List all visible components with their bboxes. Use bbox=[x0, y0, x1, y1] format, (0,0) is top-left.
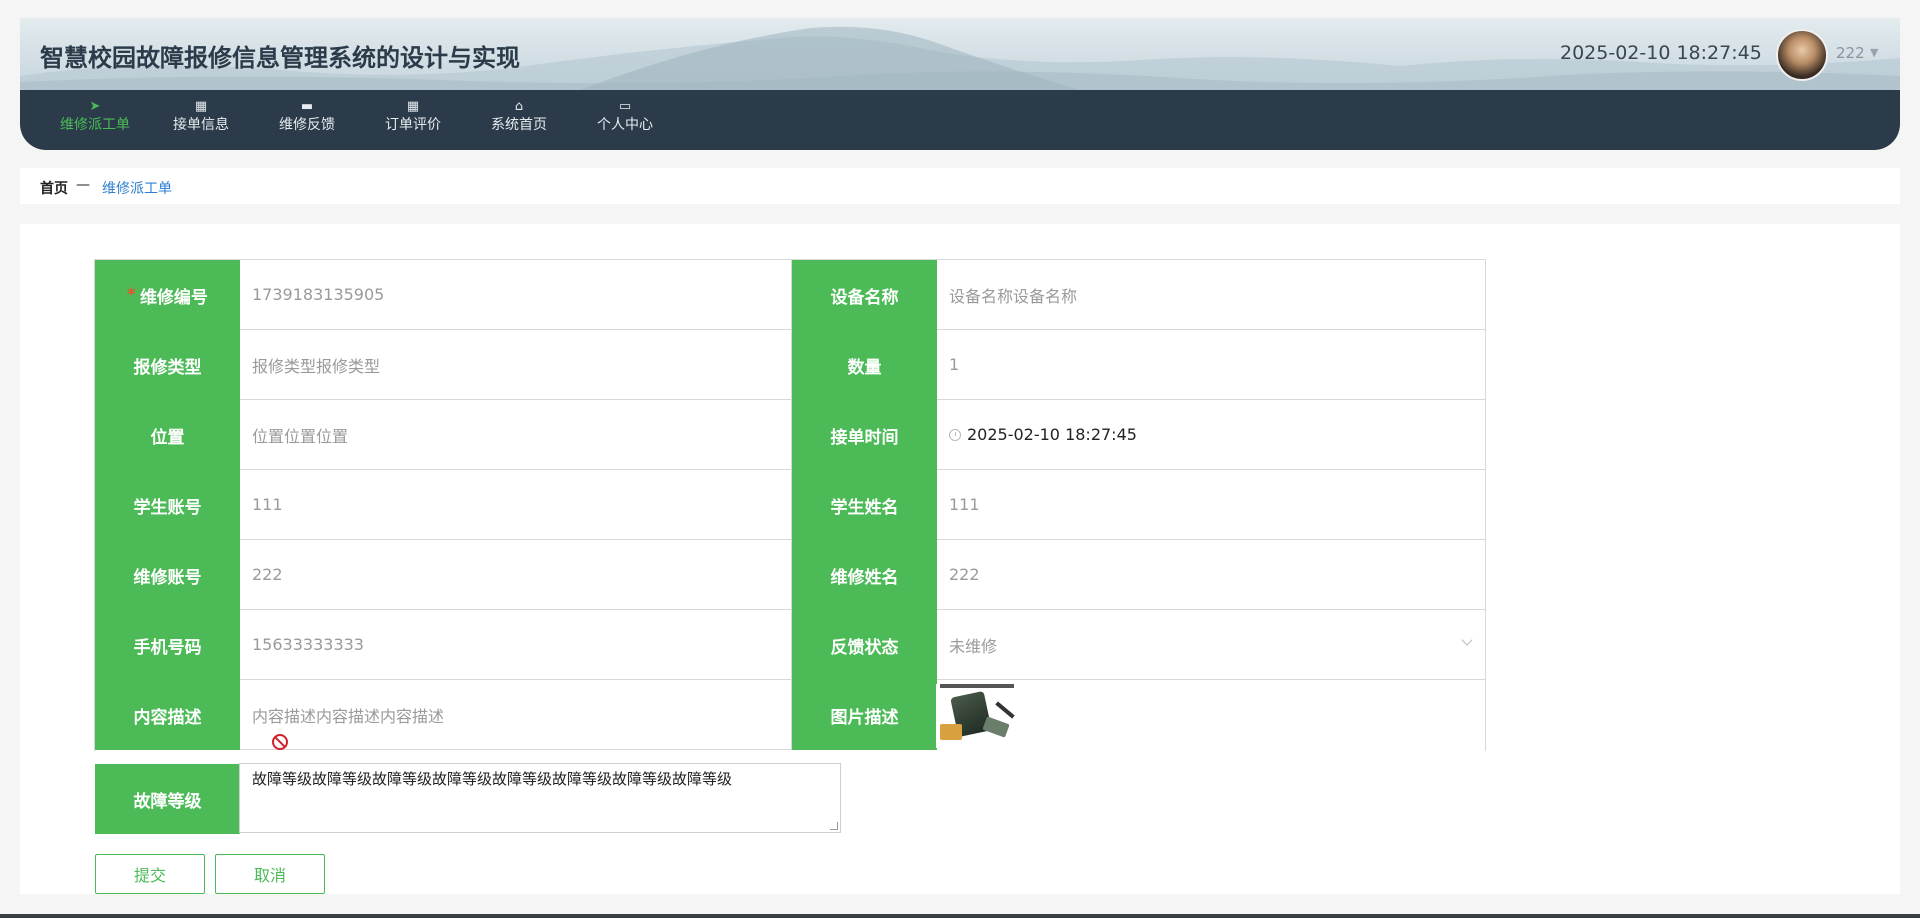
label-quantity: 数量 bbox=[792, 330, 937, 400]
label-text: 学生姓名 bbox=[830, 497, 899, 518]
phone-field[interactable]: 15633333333 bbox=[240, 610, 792, 680]
accept-time-value: 2025-02-10 18:27:45 bbox=[967, 425, 1137, 444]
content-desc-placeholder: 内容描述内容描述内容描述 bbox=[252, 706, 445, 726]
label-accept-time: 接单时间 bbox=[792, 400, 937, 470]
label-fault-level: 故障等级 bbox=[95, 764, 240, 834]
fault-level-textarea-wrap: 故障等级故障等级故障等级故障等级故障等级故障等级故障等级故障等级 bbox=[239, 763, 841, 833]
home-icon: ⌂ bbox=[514, 99, 524, 114]
printer-icon: ▬ bbox=[300, 99, 314, 114]
label-text: 反馈状态 bbox=[830, 637, 899, 658]
cancel-button[interactable]: 取消 bbox=[215, 854, 325, 894]
feedback-status-value: 未维修 bbox=[949, 636, 998, 656]
chevron-down-icon[interactable]: ▼ bbox=[1870, 46, 1878, 59]
student-account-value: 111 bbox=[252, 495, 283, 514]
nav-item-label: 系统首页 bbox=[491, 117, 547, 133]
repair-type-input[interactable]: 报修类型报修类型 bbox=[240, 330, 792, 400]
label-repair-type: 报修类型 bbox=[95, 330, 240, 400]
grid-icon: ▦ bbox=[406, 99, 420, 114]
nav-item-label: 维修派工单 bbox=[60, 117, 130, 133]
clock-icon bbox=[949, 428, 961, 441]
label-text: 手机号码 bbox=[133, 637, 202, 658]
site-title: 智慧校园故障报修信息管理系统的设计与实现 bbox=[40, 44, 520, 72]
label-text: 数量 bbox=[847, 357, 882, 378]
nav-item-rating[interactable]: ▦ 订单评价 bbox=[360, 90, 466, 150]
not-allowed-icon bbox=[272, 734, 288, 750]
resize-handle[interactable] bbox=[830, 822, 838, 830]
nav-item-orders[interactable]: ▦ 接单信息 bbox=[148, 90, 254, 150]
repair-name-value: 222 bbox=[949, 565, 980, 584]
nav-item-feedback[interactable]: ▬ 维修反馈 bbox=[254, 90, 360, 150]
label-student-account: 学生账号 bbox=[95, 470, 240, 540]
repair-no-value: 1739183135905 bbox=[252, 285, 385, 304]
label-feedback-status: 反馈状态 bbox=[792, 610, 937, 680]
phone-value: 15633333333 bbox=[252, 635, 364, 654]
student-name-value: 111 bbox=[949, 495, 980, 514]
label-phone: 手机号码 bbox=[95, 610, 240, 680]
submit-button[interactable]: 提交 bbox=[95, 854, 205, 894]
user-avatar[interactable] bbox=[1776, 29, 1828, 81]
location-placeholder: 位置位置位置 bbox=[252, 426, 349, 446]
bottom-strip bbox=[0, 914, 1920, 918]
label-text: 维修编号 bbox=[139, 287, 208, 308]
label-student-name: 学生姓名 bbox=[792, 470, 937, 540]
device-name-placeholder: 设备名称设备名称 bbox=[949, 286, 1078, 306]
label-repair-name: 维修姓名 bbox=[792, 540, 937, 610]
chevron-down-icon bbox=[1461, 634, 1473, 646]
nav-item-home[interactable]: ⌂ 系统首页 bbox=[466, 90, 572, 150]
send-icon: ➤ bbox=[89, 99, 101, 114]
fault-level-textarea[interactable]: 故障等级故障等级故障等级故障等级故障等级故障等级故障等级故障等级 bbox=[240, 764, 840, 832]
required-mark: * bbox=[127, 285, 136, 305]
header-banner: 智慧校园故障报修信息管理系统的设计与实现 2025-02-10 18:27:45… bbox=[20, 18, 1900, 90]
device-name-input[interactable]: 设备名称设备名称 bbox=[937, 260, 1486, 330]
quantity-value: 1 bbox=[949, 355, 960, 374]
repair-type-placeholder: 报修类型报修类型 bbox=[252, 356, 381, 376]
breadcrumb-current: 维修派工单 bbox=[102, 181, 172, 197]
accept-time-picker[interactable]: 2025-02-10 18:27:45 bbox=[937, 400, 1486, 470]
label-text: 学生账号 bbox=[133, 497, 202, 518]
label-text: 故障等级 bbox=[133, 791, 202, 812]
label-text: 维修账号 bbox=[133, 567, 202, 588]
app-header: 智慧校园故障报修信息管理系统的设计与实现 2025-02-10 18:27:45… bbox=[20, 18, 1900, 150]
label-device-name: 设备名称 bbox=[792, 260, 937, 330]
repair-no-field[interactable]: 1739183135905 bbox=[240, 260, 792, 330]
card-icon: ▭ bbox=[618, 99, 632, 114]
nav-item-label: 接单信息 bbox=[173, 117, 229, 133]
label-location: 位置 bbox=[95, 400, 240, 470]
student-account-field[interactable]: 111 bbox=[240, 470, 792, 540]
nav-item-label: 订单评价 bbox=[385, 117, 441, 133]
label-text: 位置 bbox=[150, 427, 185, 448]
repair-account-value: 222 bbox=[252, 565, 283, 584]
breadcrumb-home[interactable]: 首页 bbox=[40, 178, 68, 198]
breadcrumb: 首页 — 维修派工单 bbox=[20, 168, 1900, 204]
nav-item-label: 维修反馈 bbox=[279, 117, 335, 133]
repair-name-field[interactable]: 222 bbox=[937, 540, 1486, 610]
feedback-status-select[interactable]: 未维修 bbox=[937, 610, 1486, 680]
header-datetime: 2025-02-10 18:27:45 bbox=[1560, 42, 1762, 64]
grid-icon: ▦ bbox=[194, 99, 208, 114]
location-input[interactable]: 位置位置位置 bbox=[240, 400, 792, 470]
nav-item-profile[interactable]: ▭ 个人中心 bbox=[572, 90, 678, 150]
breadcrumb-separator: — bbox=[76, 177, 90, 193]
top-nav: ➤ 维修派工单 ▦ 接单信息 ▬ 维修反馈 ▦ 订单评价 ⌂ 系统首页 ▭ 个人… bbox=[20, 90, 1900, 150]
image-thumbnail[interactable] bbox=[936, 684, 1022, 748]
label-text: 内容描述 bbox=[133, 707, 202, 728]
label-text: 设备名称 bbox=[830, 287, 899, 308]
label-repair-no: * 维修编号 bbox=[95, 260, 240, 330]
label-content-desc: 内容描述 bbox=[95, 680, 240, 750]
nav-item-dispatch[interactable]: ➤ 维修派工单 bbox=[42, 90, 148, 150]
repair-account-field[interactable]: 222 bbox=[240, 540, 792, 610]
content-desc-input[interactable]: 内容描述内容描述内容描述 bbox=[240, 680, 792, 750]
label-text: 维修姓名 bbox=[830, 567, 899, 588]
label-text: 接单时间 bbox=[830, 427, 899, 448]
student-name-field[interactable]: 111 bbox=[937, 470, 1486, 540]
label-repair-account: 维修账号 bbox=[95, 540, 240, 610]
quantity-input[interactable]: 1 bbox=[937, 330, 1486, 400]
label-text: 报修类型 bbox=[133, 357, 202, 378]
label-text: 图片描述 bbox=[830, 707, 899, 728]
user-name[interactable]: 222 bbox=[1836, 44, 1865, 62]
nav-item-label: 个人中心 bbox=[597, 117, 653, 133]
label-image-desc: 图片描述 bbox=[792, 680, 937, 750]
